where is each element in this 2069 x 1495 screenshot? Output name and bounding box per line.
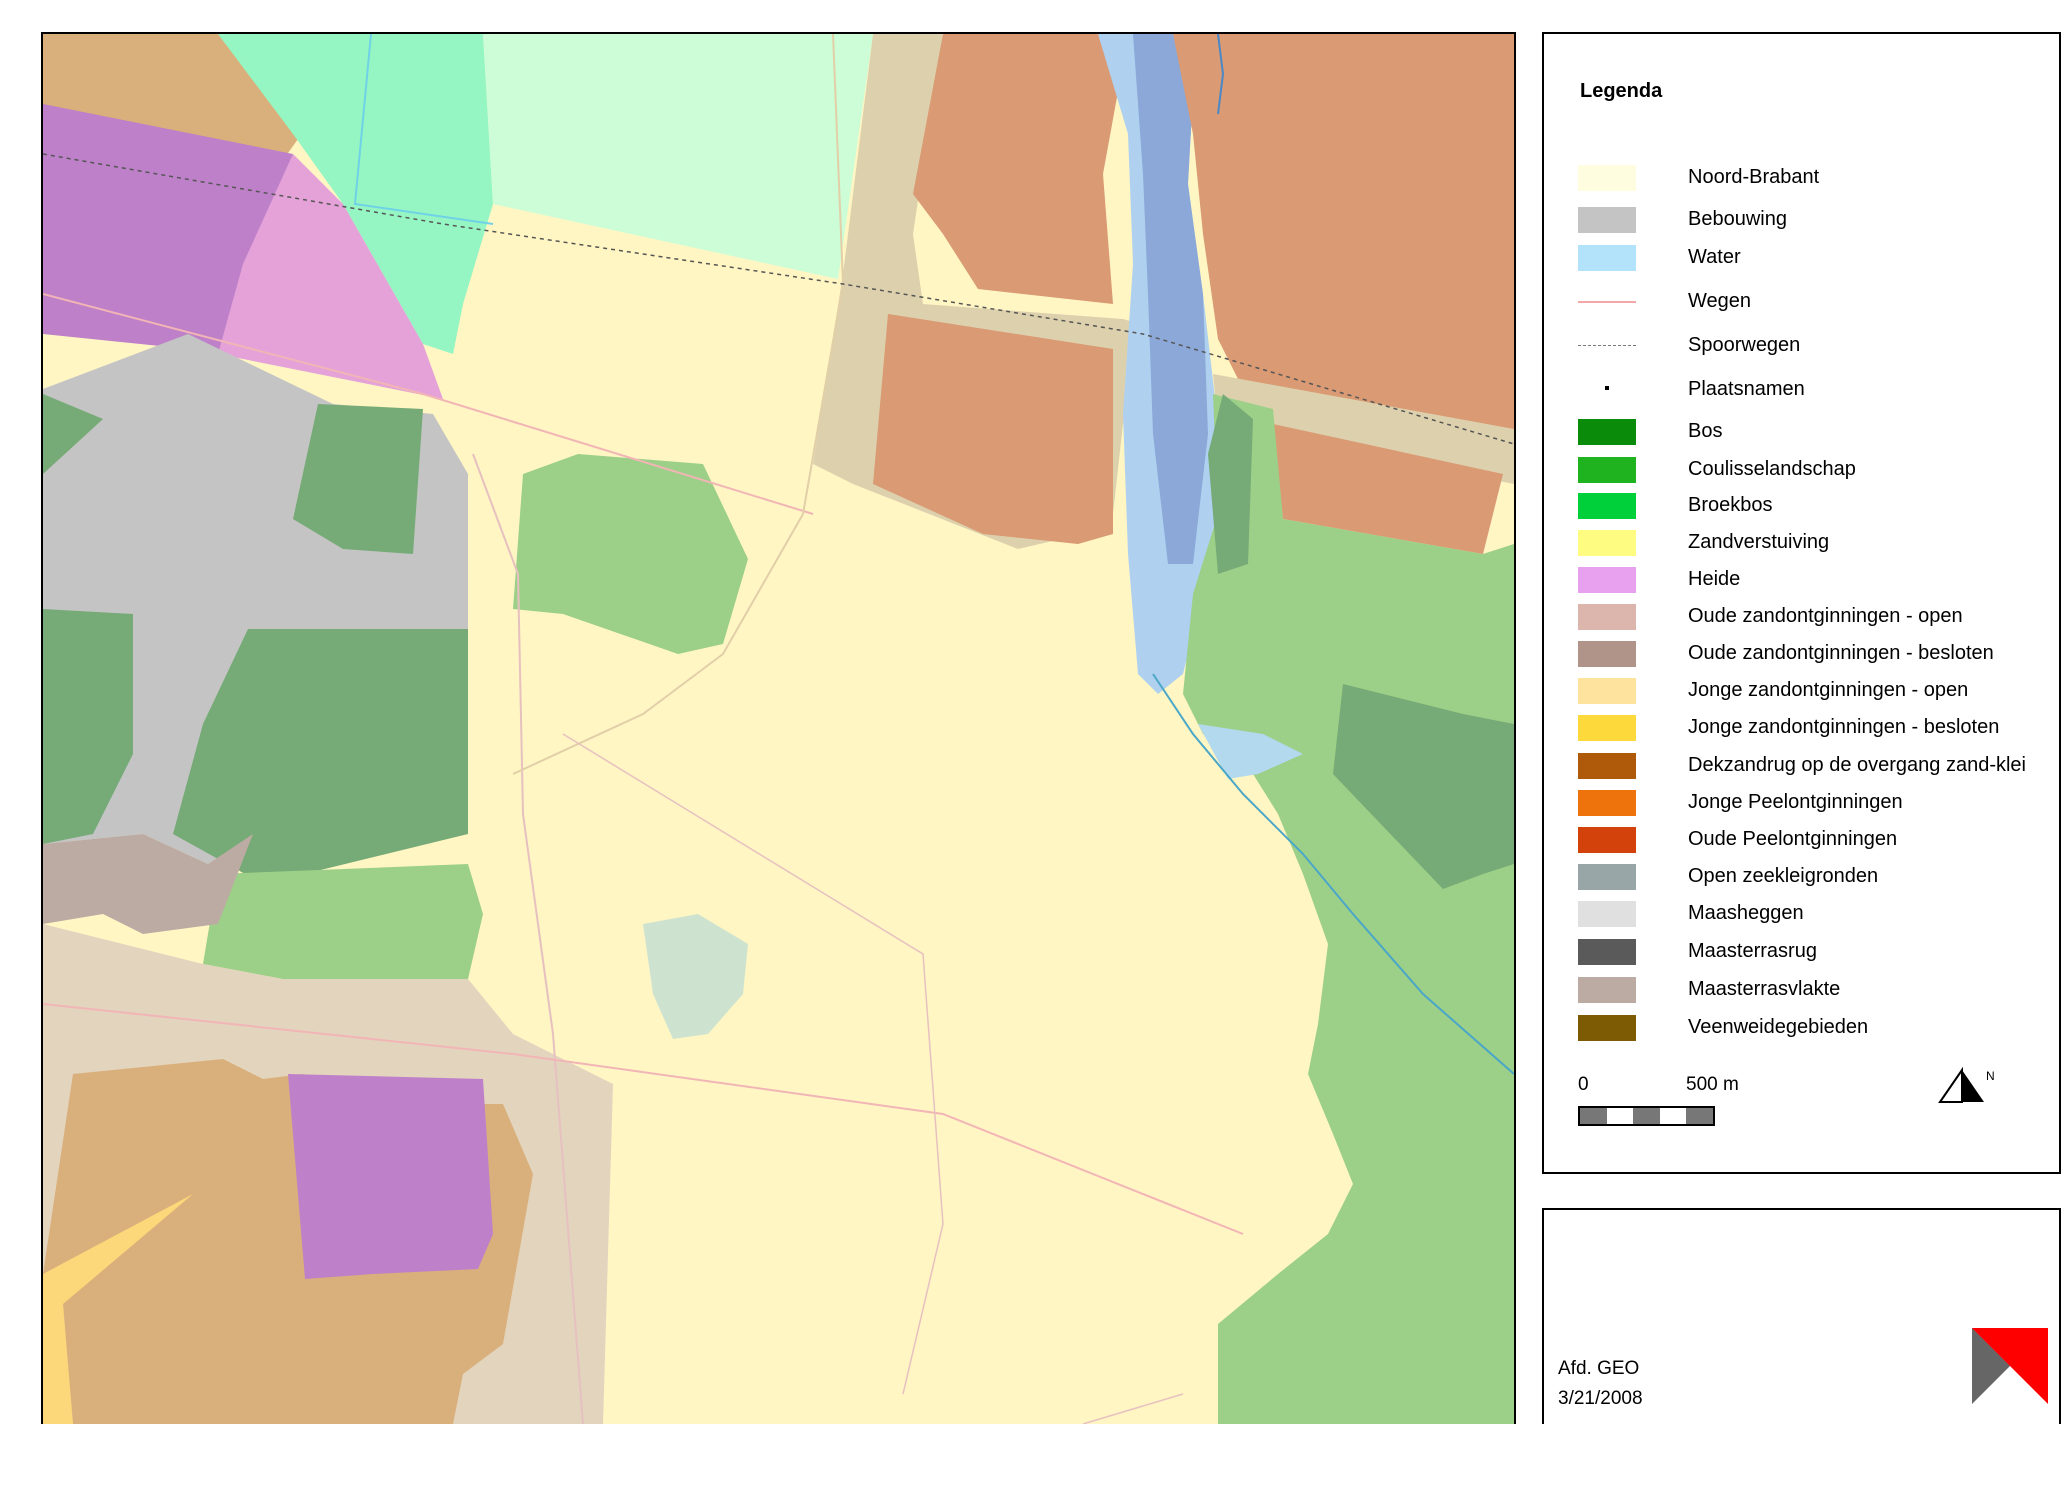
legend-item-label: Zandverstuiving: [1688, 531, 1830, 553]
scale-max-label: 500 m: [1686, 1074, 1739, 1095]
legend-swatch: [1578, 715, 1636, 741]
legend-item-label: Jonge Peelontginningen: [1688, 791, 1903, 813]
map-layers: [43, 34, 1514, 1424]
legend-swatch: [1578, 901, 1636, 927]
legend-item-label: Dekzandrug op de overgang zand-klei: [1688, 754, 2026, 776]
legend-item-label: Broekbos: [1688, 494, 1773, 516]
scale-bar: 0 500 m: [1578, 1074, 1938, 1134]
legend-dash-symbol: [1578, 345, 1636, 346]
legend-item-label: Maasterrasvlakte: [1688, 978, 1841, 1000]
date-label: 3/21/2008: [1558, 1388, 1643, 1409]
legend-item-label: Noord-Brabant: [1688, 166, 1820, 188]
legend-item-label: Jonge zandontginningen - open: [1688, 679, 1969, 701]
legend-item-label: Bos: [1688, 420, 1723, 442]
zone-heide-sw: [288, 1074, 493, 1279]
legend-dot-symbol: [1605, 386, 1609, 390]
legend-item-label: Oude zandontginningen - open: [1688, 605, 1963, 627]
legend-swatch: [1578, 977, 1636, 1003]
legend-swatch: [1578, 530, 1636, 556]
legend-item-label: Plaatsnamen: [1688, 378, 1805, 400]
scale-bar-graphic: [1578, 1106, 1715, 1126]
legend-item-label: Oude Peelontginningen: [1688, 828, 1898, 850]
scale-zero-label: 0: [1578, 1074, 1589, 1095]
legend-item-label: Oude zandontginningen - besloten: [1688, 642, 1994, 664]
north-arrow: N: [1936, 1066, 1996, 1110]
legend-swatch: [1578, 245, 1636, 271]
legend-swatch: [1578, 1015, 1636, 1041]
legend-swatch: [1578, 165, 1636, 191]
legend-item-label: Maasterrasrug: [1688, 940, 1817, 962]
legend-item-label: Open zeekleigronden: [1688, 865, 1879, 887]
legend-swatch: [1578, 790, 1636, 816]
legend-item-label: Spoorwegen: [1688, 334, 1801, 356]
legend-swatch: [1578, 678, 1636, 704]
legend-swatch: [1578, 753, 1636, 779]
map-canvas[interactable]: [41, 32, 1516, 1424]
legend-swatch: [1578, 419, 1636, 445]
legend-item-label: Wegen: [1688, 290, 1752, 312]
legend-title: Legenda: [1580, 80, 1663, 102]
department-label: Afd. GEO: [1558, 1358, 1640, 1379]
legend-swatch: [1578, 207, 1636, 233]
info-panel: Afd. GEO 3/21/2008: [1542, 1208, 2061, 1424]
legend-panel: Legenda Noord-Brabant Bebouwing Water Wegen…: [1542, 32, 2061, 1174]
legend-swatch: [1578, 567, 1636, 593]
legend-line-symbol: [1578, 301, 1636, 303]
legend-item-label: Bebouwing: [1688, 208, 1787, 230]
legend-item-label: Maasheggen: [1688, 902, 1804, 924]
legend-item-label: Veenweidegebieden: [1688, 1016, 1869, 1038]
legend-item-label: Jonge zandontginningen - besloten: [1688, 716, 2000, 738]
legend-item-label: Water: [1688, 246, 1741, 268]
legend-swatch: [1578, 827, 1636, 853]
legend-swatch: [1578, 939, 1636, 965]
legend-swatch: [1578, 457, 1636, 483]
legend-swatch: [1578, 864, 1636, 890]
north-label: N: [1986, 1069, 1995, 1083]
zone-coulisse-sw: [203, 864, 483, 979]
legend-item-label: Heide: [1688, 568, 1741, 590]
organization-logo: [1972, 1328, 2048, 1404]
legend-item-label: Coulisselandschap: [1688, 458, 1856, 480]
north-arrow-icon: N: [1938, 1066, 1995, 1103]
legend-swatch: [1578, 493, 1636, 519]
legend-swatch: [1578, 641, 1636, 667]
legend-swatch: [1578, 604, 1636, 630]
